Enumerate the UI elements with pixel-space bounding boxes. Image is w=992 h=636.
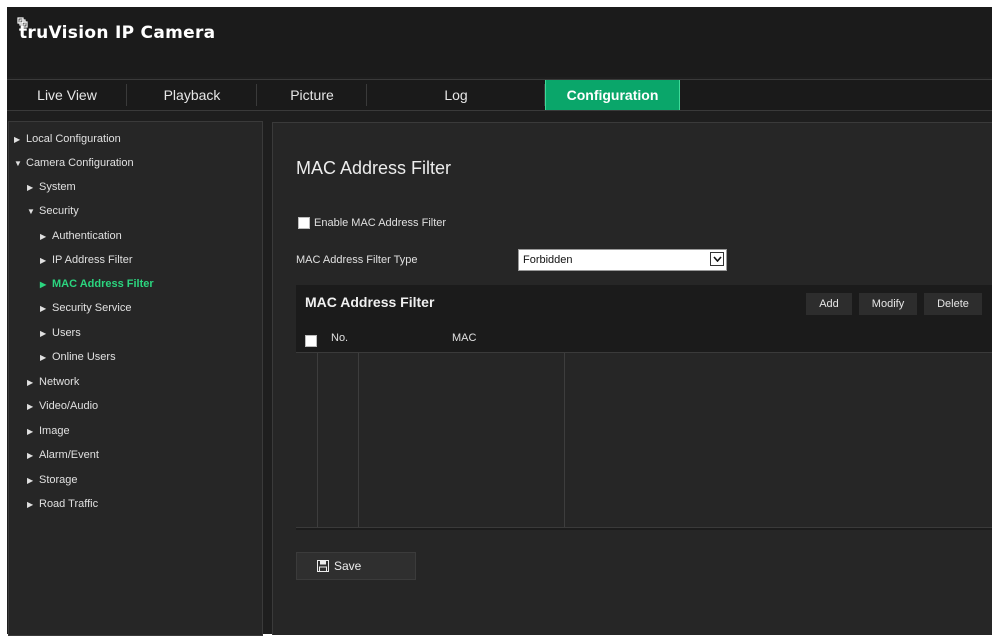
filter-type-label: MAC Address Filter Type xyxy=(296,254,418,266)
table-column-header: No. MAC xyxy=(296,323,992,353)
sidebar-item-road-traffic[interactable]: ▶ Road Traffic xyxy=(27,498,98,510)
filter-type-select[interactable]: Forbidden xyxy=(518,249,727,271)
caret-right-icon: ▶ xyxy=(27,450,34,460)
sidebar-item-authentication[interactable]: ▶ Authentication xyxy=(40,230,122,242)
column-no: No. xyxy=(331,332,349,344)
sidebar-item-label: Image xyxy=(39,425,70,437)
app-logo: truVision IP Camera xyxy=(17,17,216,43)
caret-right-icon: ▶ xyxy=(27,401,34,411)
sidebar-item-security-service[interactable]: ▶ Security Service xyxy=(40,302,131,314)
column-divider xyxy=(564,353,565,527)
sidebar-item-label: System xyxy=(39,181,76,193)
sidebar-item-online-users[interactable]: ▶ Online Users xyxy=(40,351,116,363)
sidebar-item-label: Camera Configuration xyxy=(26,157,134,169)
tab-playback[interactable]: Playback xyxy=(127,80,257,110)
content-panel: MAC Address Filter Enable MAC Address Fi… xyxy=(272,122,992,635)
sidebar-item-label: IP Address Filter xyxy=(52,254,133,266)
logo-icon xyxy=(17,17,28,28)
add-button[interactable]: Add xyxy=(806,293,852,315)
caret-right-icon: ▶ xyxy=(27,475,34,485)
caret-down-icon: ▼ xyxy=(27,206,35,216)
sidebar-item-label: Alarm/Event xyxy=(39,449,99,461)
sidebar-item-system[interactable]: ▶ System xyxy=(27,181,76,193)
sidebar-item-label: MAC Address Filter xyxy=(52,278,154,290)
modify-button[interactable]: Modify xyxy=(859,293,917,315)
table-body xyxy=(296,353,992,528)
sidebar-item-image[interactable]: ▶ Image xyxy=(27,425,70,437)
sidebar-item-camera-configuration[interactable]: ▼ Camera Configuration xyxy=(14,157,134,169)
table-header-bar: MAC Address Filter Add Modify Delete xyxy=(296,285,992,323)
enable-mac-filter-label: Enable MAC Address Filter xyxy=(314,217,447,229)
sidebar-item-users[interactable]: ▶ Users xyxy=(40,327,81,339)
caret-right-icon: ▶ xyxy=(40,352,47,362)
caret-right-icon: ▶ xyxy=(27,377,34,387)
caret-right-icon: ▶ xyxy=(40,303,47,313)
tab-configuration[interactable]: Configuration xyxy=(545,80,680,110)
caret-right-icon: ▶ xyxy=(27,426,34,436)
sidebar-item-storage[interactable]: ▶ Storage xyxy=(27,474,78,486)
sidebar-item-label: Authentication xyxy=(52,230,122,242)
caret-right-icon: ▶ xyxy=(40,231,47,241)
sidebar-item-mac-address-filter[interactable]: ▶ MAC Address Filter xyxy=(40,278,154,290)
app-title: truVision IP Camera xyxy=(19,23,216,43)
sidebar-item-security[interactable]: ▼ Security xyxy=(27,205,79,217)
sidebar-item-label: Security Service xyxy=(52,302,132,314)
sidebar-item-label: Road Traffic xyxy=(39,498,99,510)
sidebar-item-label: Network xyxy=(39,376,80,388)
sidebar-item-local-configuration[interactable]: ▶ Local Configuration xyxy=(14,133,121,145)
caret-right-icon: ▶ xyxy=(27,182,34,192)
column-divider xyxy=(358,353,359,527)
caret-right-icon: ▶ xyxy=(14,134,21,144)
caret-right-icon: ▶ xyxy=(27,499,34,509)
save-label: Save xyxy=(334,559,362,573)
caret-down-icon: ▼ xyxy=(14,158,22,168)
tab-live-view[interactable]: Live View xyxy=(7,80,127,110)
enable-mac-filter-row[interactable]: Enable MAC Address Filter xyxy=(298,217,446,229)
sidebar-item-label: Online Users xyxy=(52,351,116,363)
main-nav: Live View Playback Picture Log Configura… xyxy=(7,79,992,111)
sidebar: ▶ Local Configuration ▼ Camera Configura… xyxy=(8,121,263,636)
sidebar-item-label: Users xyxy=(52,327,81,339)
sidebar-item-alarm-event[interactable]: ▶ Alarm/Event xyxy=(27,449,99,461)
caret-right-icon: ▶ xyxy=(40,328,47,338)
select-all-checkbox[interactable] xyxy=(305,335,317,347)
save-button[interactable]: Save xyxy=(296,552,416,580)
enable-mac-filter-checkbox[interactable] xyxy=(298,217,310,229)
column-divider xyxy=(317,353,318,527)
floppy-disk-icon xyxy=(317,560,329,572)
delete-button[interactable]: Delete xyxy=(924,293,982,315)
tab-log[interactable]: Log xyxy=(367,80,545,110)
caret-right-icon: ▶ xyxy=(40,279,47,289)
header: truVision IP Camera xyxy=(7,7,992,77)
mac-filter-table: MAC Address Filter Add Modify Delete No.… xyxy=(296,285,992,530)
tab-picture[interactable]: Picture xyxy=(257,80,367,110)
sidebar-item-video-audio[interactable]: ▶ Video/Audio xyxy=(27,400,98,412)
caret-right-icon: ▶ xyxy=(40,255,47,265)
sidebar-item-ip-address-filter[interactable]: ▶ IP Address Filter xyxy=(40,254,133,266)
sidebar-item-network[interactable]: ▶ Network xyxy=(27,376,79,388)
sidebar-item-label: Security xyxy=(39,205,79,217)
app-window: truVision IP Camera Live View Playback P… xyxy=(7,7,992,636)
table-title: MAC Address Filter xyxy=(305,294,435,310)
column-mac: MAC xyxy=(452,332,477,344)
filter-type-value: Forbidden xyxy=(523,254,573,266)
sidebar-item-label: Video/Audio xyxy=(39,400,99,412)
chevron-down-icon[interactable] xyxy=(710,252,724,266)
sidebar-item-label: Storage xyxy=(39,474,78,486)
page-title: MAC Address Filter xyxy=(296,158,452,178)
sidebar-item-label: Local Configuration xyxy=(26,133,121,145)
